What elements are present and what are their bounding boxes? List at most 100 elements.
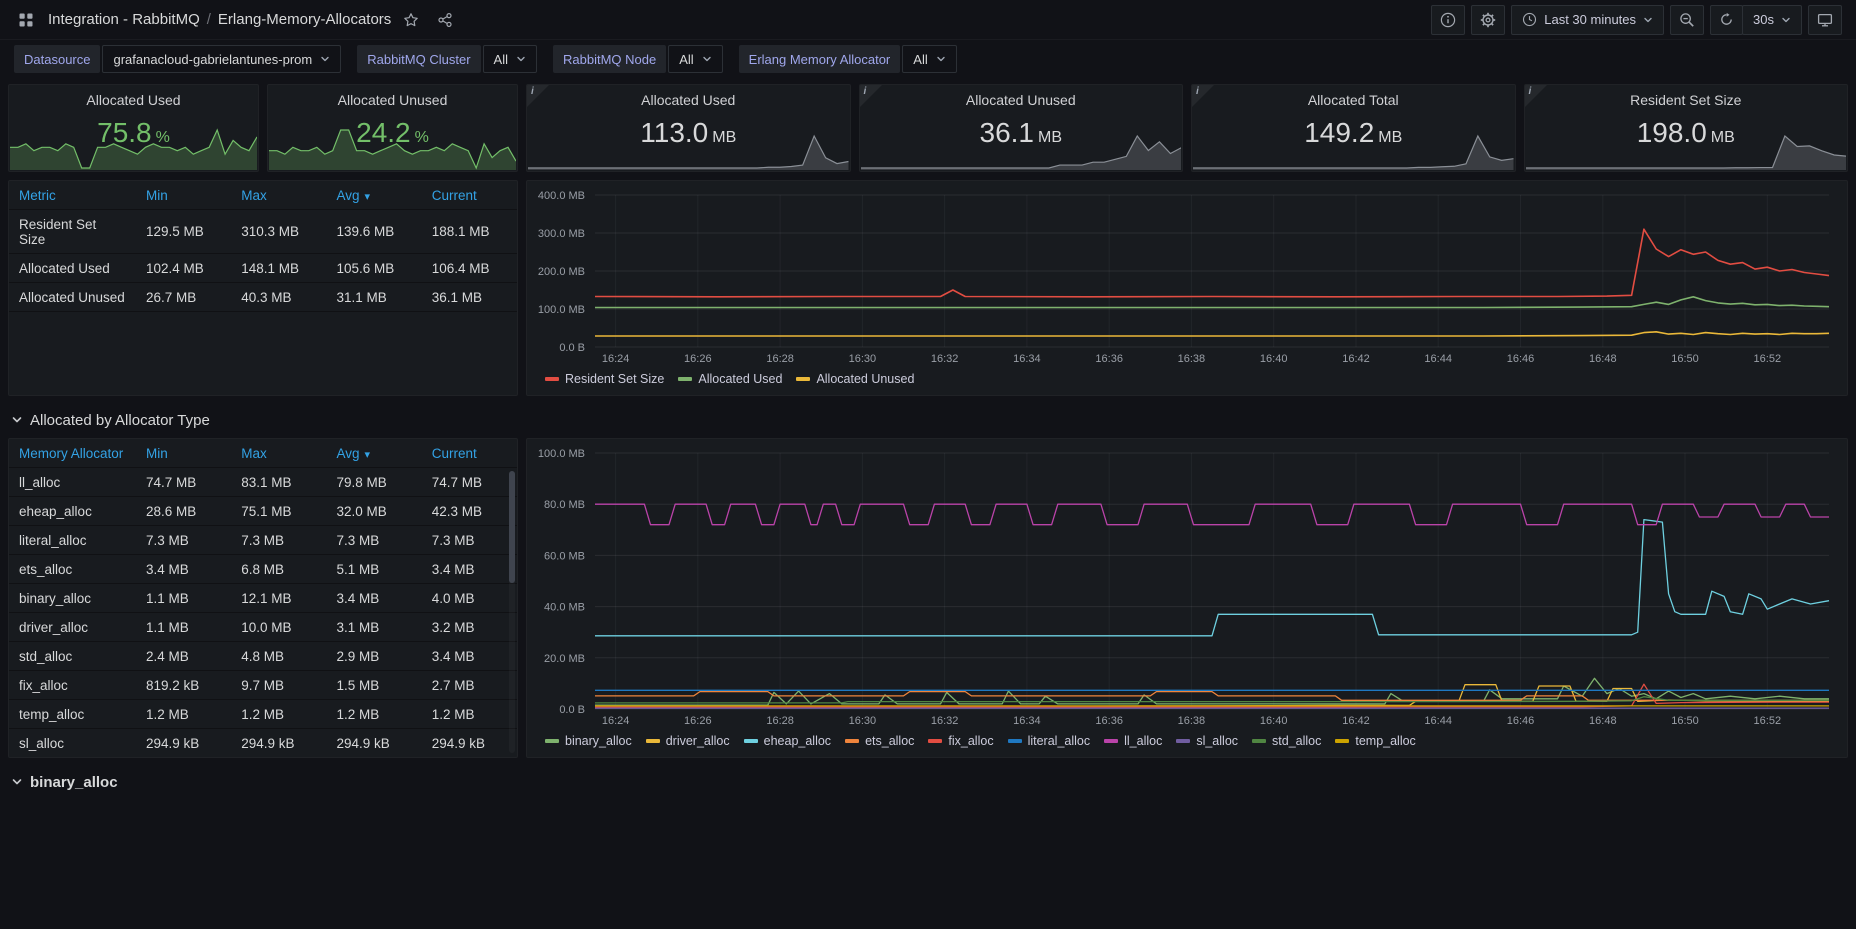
breadcrumb: Integration - RabbitMQ / Erlang-Memory-A…: [48, 11, 391, 28]
row-label: eheap_alloc: [9, 497, 136, 526]
table-scrollbar[interactable]: [509, 471, 515, 753]
column-header[interactable]: Current: [422, 439, 517, 468]
legend-label: std_alloc: [1272, 734, 1321, 748]
stat-value: 75.8%: [9, 117, 258, 149]
cell-value: 1.1 MB: [136, 584, 231, 613]
star-button[interactable]: [397, 6, 425, 34]
legend-item-driver-alloc[interactable]: driver_alloc: [646, 734, 730, 748]
legend-item-temp-alloc[interactable]: temp_alloc: [1335, 734, 1415, 748]
dashboard-info-button[interactable]: [1431, 5, 1465, 35]
column-header[interactable]: Min: [136, 439, 231, 468]
panel-title[interactable]: Resident Set Size: [1525, 92, 1848, 108]
apps-grid-icon[interactable]: [12, 6, 40, 34]
tv-mode-button[interactable]: [1808, 5, 1842, 35]
table-row: Allocated Used102.4 MB148.1 MB105.6 MB10…: [9, 254, 517, 283]
panel-info-icon[interactable]: i: [1192, 85, 1214, 107]
chevron-down-icon: [1781, 15, 1791, 25]
section-allocated-by-type[interactable]: Allocated by Allocator Type: [8, 404, 1848, 436]
cell-value: 2.4 MB: [136, 642, 231, 671]
cell-value: 139.6 MB: [327, 210, 422, 254]
legend-label: sl_alloc: [1196, 734, 1238, 748]
variable-dropdown[interactable]: All: [483, 45, 537, 73]
column-header[interactable]: Max: [231, 439, 326, 468]
legend-item-literal-alloc[interactable]: literal_alloc: [1008, 734, 1091, 748]
timeseries-plot[interactable]: 0.0 B20.0 MB40.0 MB60.0 MB80.0 MB100.0 M…: [531, 445, 1839, 729]
table-row: sl_alloc294.9 kB294.9 kB294.9 kB294.9 kB: [9, 729, 517, 758]
column-header[interactable]: Min: [136, 181, 231, 210]
legend-item-resident-set-size[interactable]: Resident Set Size: [545, 372, 664, 386]
table-row: Allocated Unused26.7 MB40.3 MB31.1 MB36.…: [9, 283, 517, 312]
panel-info-icon[interactable]: i: [860, 85, 882, 107]
panel-info-icon[interactable]: i: [1525, 85, 1547, 107]
scrollbar-thumb[interactable]: [509, 471, 515, 583]
variable-dropdown[interactable]: All: [902, 45, 956, 73]
column-header[interactable]: Avg▾: [327, 181, 422, 210]
panel-title[interactable]: Allocated Unused: [860, 92, 1183, 108]
legend-item-binary-alloc[interactable]: binary_alloc: [545, 734, 632, 748]
svg-text:16:50: 16:50: [1671, 715, 1699, 727]
time-range-picker[interactable]: Last 30 minutes: [1511, 5, 1664, 35]
column-header[interactable]: Metric: [9, 181, 136, 210]
svg-text:16:38: 16:38: [1178, 715, 1206, 727]
chevron-down-icon: [516, 54, 526, 64]
legend-item-allocated-unused[interactable]: Allocated Unused: [796, 372, 914, 386]
column-header[interactable]: Max: [231, 181, 326, 210]
timeseries-plot[interactable]: 0.0 B100.0 MB200.0 MB300.0 MB400.0 MB16:…: [531, 187, 1839, 367]
cell-value: 106.4 MB: [422, 254, 517, 283]
cell-value: 6.8 MB: [231, 555, 326, 584]
column-header[interactable]: Memory Allocator: [9, 439, 136, 468]
cell-value: 294.9 kB: [327, 729, 422, 758]
svg-text:16:26: 16:26: [684, 715, 712, 727]
refresh-button[interactable]: [1710, 5, 1743, 35]
stat-value: 198.0MB: [1525, 117, 1848, 149]
chevron-down-icon: [936, 54, 946, 64]
zoom-out-button[interactable]: [1670, 5, 1704, 35]
legend-color-marker: [678, 377, 692, 381]
panel-title[interactable]: Allocated Total: [1192, 92, 1515, 108]
panel-title[interactable]: Allocated Unused: [268, 92, 517, 108]
legend-item-sl-alloc[interactable]: sl_alloc: [1176, 734, 1238, 748]
breadcrumb-folder[interactable]: Integration - RabbitMQ: [48, 11, 200, 28]
legend-item-std-alloc[interactable]: std_alloc: [1252, 734, 1321, 748]
legend-item-ll-alloc[interactable]: ll_alloc: [1104, 734, 1162, 748]
stat-panel: Allocated Used 75.8%: [8, 84, 259, 172]
legend-item-fix-alloc[interactable]: fix_alloc: [928, 734, 993, 748]
legend-color-marker: [1008, 739, 1022, 743]
panel-info-icon[interactable]: i: [527, 85, 549, 107]
table-header-row: Memory AllocatorMinMaxAvg▾Current: [9, 439, 517, 468]
variable-value: grafanacloud-gabrielantunes-prom: [113, 52, 312, 67]
svg-text:16:32: 16:32: [931, 353, 959, 365]
legend-item-allocated-used[interactable]: Allocated Used: [678, 372, 782, 386]
row-label: driver_alloc: [9, 613, 136, 642]
time-range-label: Last 30 minutes: [1544, 12, 1636, 27]
breadcrumb-dashboard-title[interactable]: Erlang-Memory-Allocators: [218, 11, 391, 28]
variable-dropdown[interactable]: All: [668, 45, 722, 73]
table-row: std_alloc2.4 MB4.8 MB2.9 MB3.4 MB: [9, 642, 517, 671]
cell-value: 83.1 MB: [231, 468, 326, 497]
star-icon: [403, 12, 419, 28]
column-header[interactable]: Current: [422, 181, 517, 210]
dashboard-settings-button[interactable]: [1471, 5, 1505, 35]
variables-bar: Datasourcegrafanacloud-gabrielantunes-pr…: [0, 40, 1856, 78]
variable-value: All: [679, 52, 693, 67]
refresh-interval-dropdown[interactable]: 30s: [1742, 5, 1802, 35]
chevron-down-icon: [10, 413, 24, 427]
share-button[interactable]: [431, 6, 459, 34]
svg-text:40.0 MB: 40.0 MB: [544, 602, 585, 614]
monitor-icon: [1817, 12, 1833, 28]
cell-value: 1.2 MB: [136, 700, 231, 729]
column-header[interactable]: Avg▾: [327, 439, 422, 468]
panel-title[interactable]: Allocated Used: [527, 92, 850, 108]
svg-text:16:40: 16:40: [1260, 715, 1288, 727]
panel-title[interactable]: Allocated Used: [9, 92, 258, 108]
variable-dropdown[interactable]: grafanacloud-gabrielantunes-prom: [102, 45, 341, 73]
legend-item-eheap-alloc[interactable]: eheap_alloc: [744, 734, 831, 748]
table-row: temp_alloc1.2 MB1.2 MB1.2 MB1.2 MB: [9, 700, 517, 729]
sort-caret-icon: ▾: [365, 449, 371, 461]
allocators-table: Memory AllocatorMinMaxAvg▾Current ll_all…: [9, 439, 517, 758]
svg-text:16:44: 16:44: [1424, 353, 1452, 365]
section-binary-alloc[interactable]: binary_alloc: [8, 766, 1848, 798]
legend-item-ets-alloc[interactable]: ets_alloc: [845, 734, 914, 748]
legend-label: binary_alloc: [565, 734, 632, 748]
table-row: fix_alloc819.2 kB9.7 MB1.5 MB2.7 MB: [9, 671, 517, 700]
